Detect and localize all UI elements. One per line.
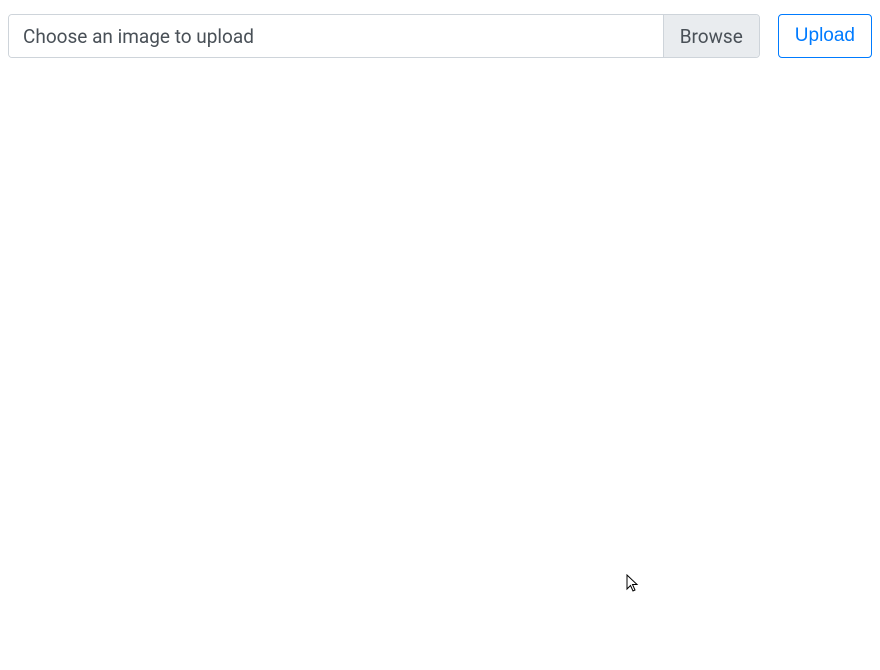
file-input-placeholder[interactable]: Choose an image to upload <box>9 15 663 57</box>
file-input-group[interactable]: Choose an image to upload Browse <box>8 14 760 58</box>
cursor-icon <box>626 574 640 594</box>
upload-form-row: Choose an image to upload Browse Upload <box>0 0 880 58</box>
browse-button[interactable]: Browse <box>663 15 759 57</box>
upload-button[interactable]: Upload <box>778 14 872 58</box>
